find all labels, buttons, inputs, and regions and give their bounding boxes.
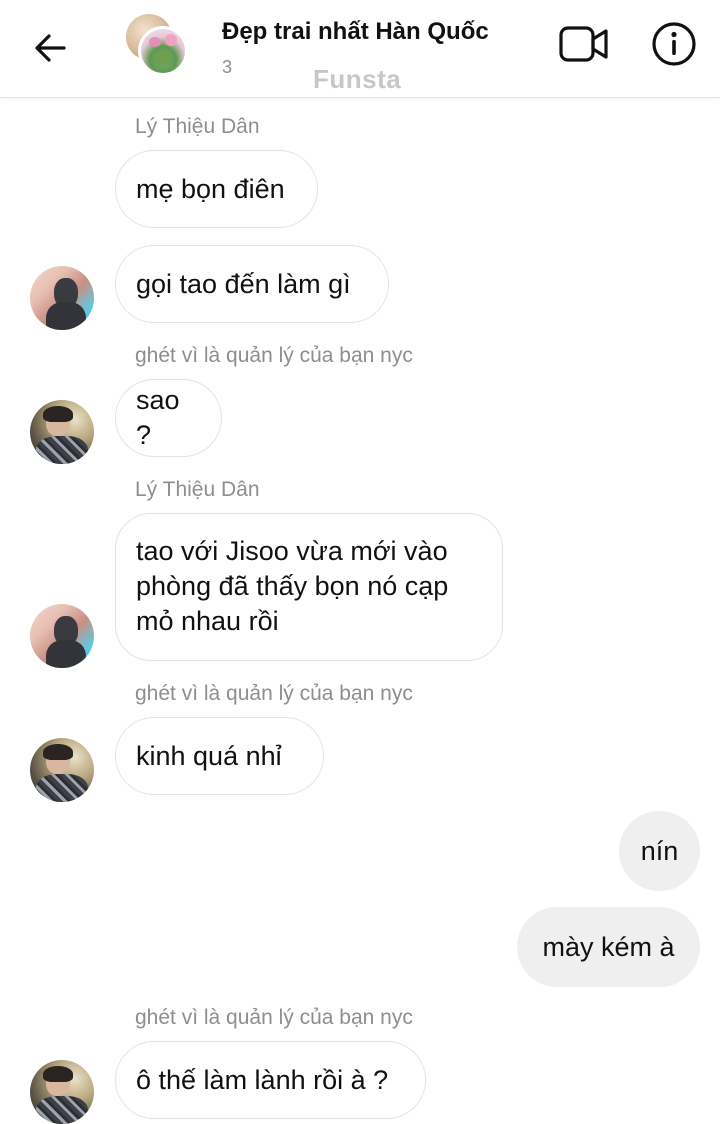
sender-name: ghét vì là quản lý của bạn nyc <box>135 682 413 705</box>
message-bubble[interactable]: sao ? <box>115 379 222 457</box>
message-bubble[interactable]: gọi tao đến làm gì <box>115 245 389 323</box>
message-bubble[interactable]: ô thế làm lành rồi à ? <box>115 1041 426 1119</box>
video-camera-icon <box>559 26 608 62</box>
avatar-ly-thieu-dan[interactable] <box>30 266 94 330</box>
chat-title[interactable]: Đẹp trai nhất Hàn Quốc <box>222 18 489 46</box>
avatar-ly-thieu-dan[interactable] <box>30 604 94 668</box>
watermark: Funsta <box>313 64 402 94</box>
my-message-bubble[interactable]: nín <box>619 811 700 891</box>
arrow-left-icon <box>35 34 66 62</box>
message-bubble[interactable]: tao với Jisoo vừa mới vào phòng đã thấy … <box>115 513 503 661</box>
message-bubble[interactable]: mẹ bọn điên <box>115 150 318 228</box>
sender-name: ghét vì là quản lý của bạn nyc <box>135 1006 413 1029</box>
group-avatar-front <box>138 26 188 76</box>
chat-header: Đẹp trai nhất Hàn Quốc 3 Funsta <box>0 0 720 98</box>
info-button[interactable] <box>650 20 698 68</box>
sender-name: Lý Thiệu Dân <box>135 115 260 138</box>
avatar-ghet-vi-la-quan-ly[interactable] <box>30 1060 94 1124</box>
my-message-bubble[interactable]: mày kém à <box>517 907 700 987</box>
avatar-ghet-vi-la-quan-ly[interactable] <box>30 738 94 802</box>
member-count: 3 <box>222 57 233 77</box>
avatar-ghet-vi-la-quan-ly[interactable] <box>30 400 94 464</box>
sender-name: Lý Thiệu Dân <box>135 478 260 501</box>
sender-name: ghét vì là quản lý của bạn nyc <box>135 344 413 367</box>
video-call-button[interactable] <box>558 22 610 66</box>
info-circle-icon <box>652 22 696 66</box>
message-bubble[interactable]: kinh quá nhỉ <box>115 717 324 795</box>
back-button[interactable] <box>30 28 70 68</box>
group-avatar[interactable] <box>124 14 190 78</box>
